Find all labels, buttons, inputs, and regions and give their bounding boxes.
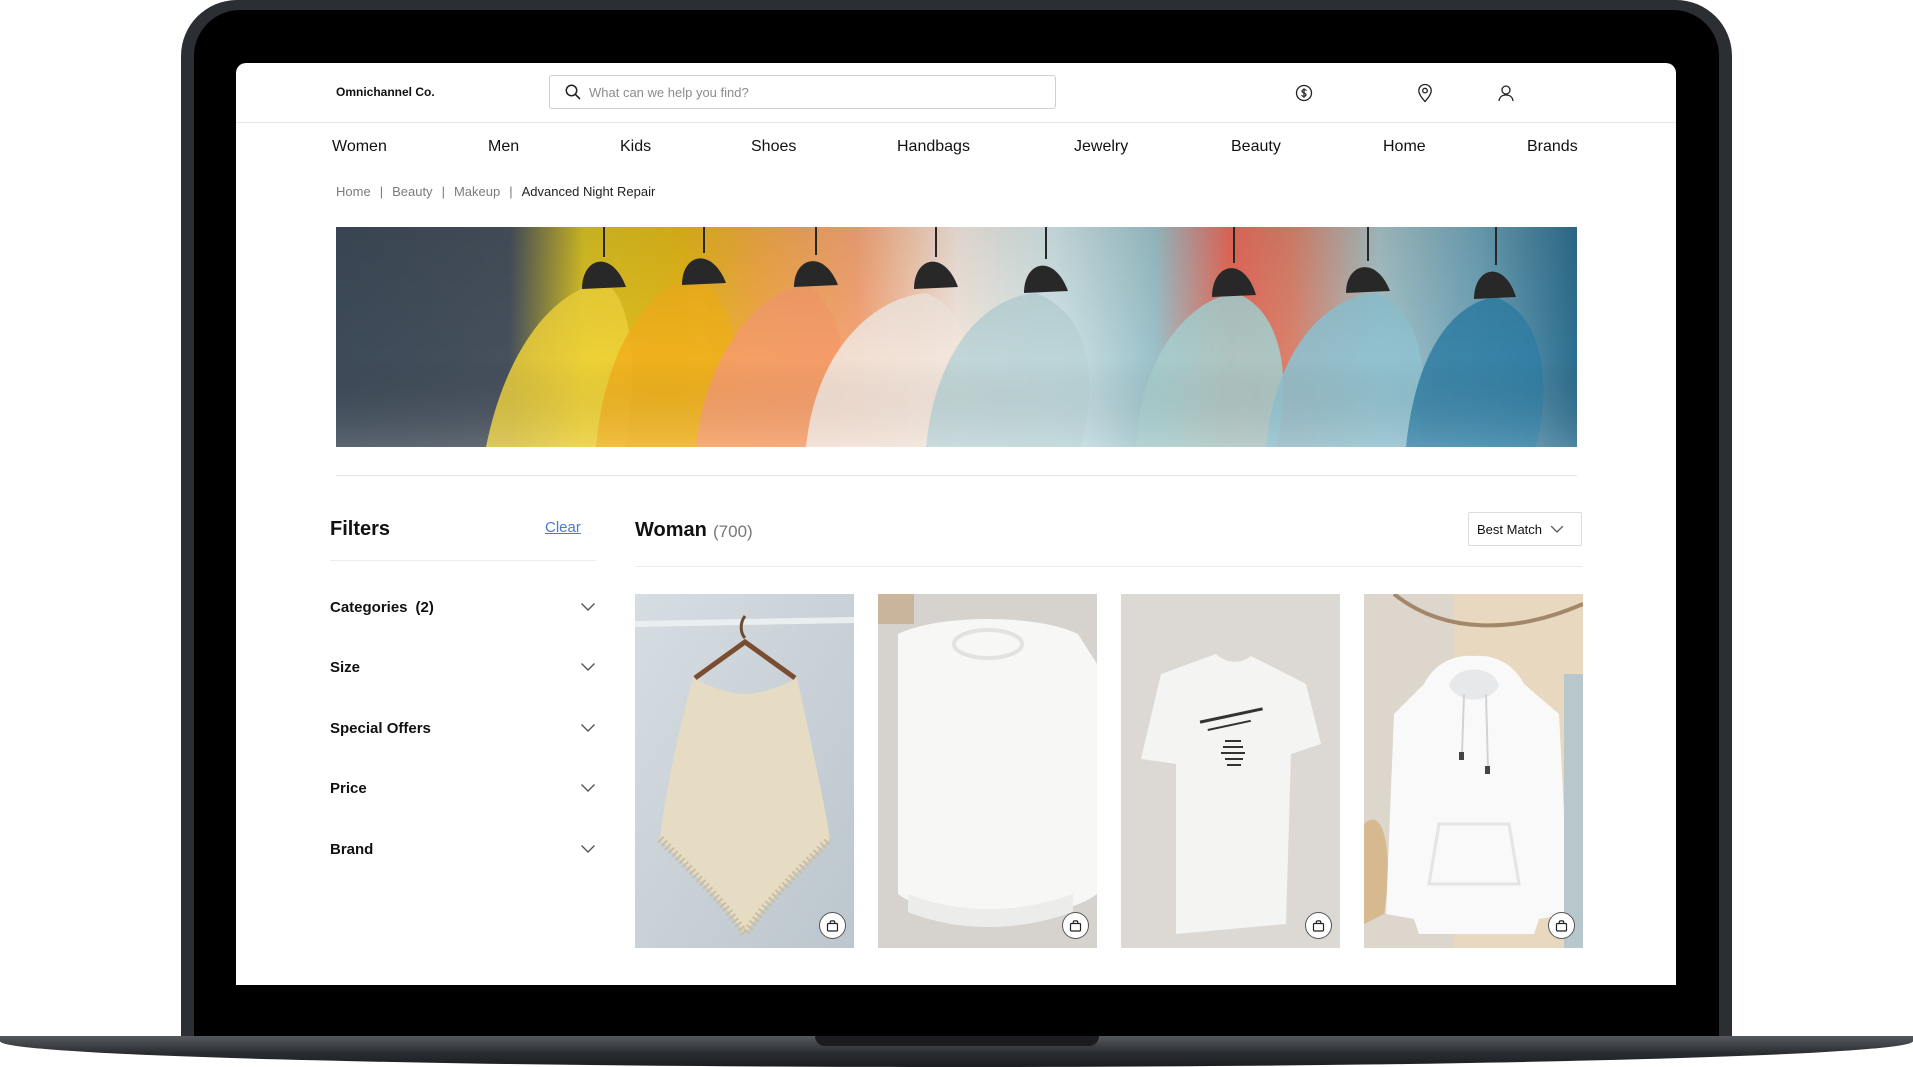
nav-item-shoes[interactable]: Shoes: [751, 138, 796, 156]
currency-button[interactable]: [1293, 82, 1315, 104]
filter-brand[interactable]: Brand: [330, 834, 596, 864]
product-image-knit-poncho: [635, 594, 854, 948]
nav-item-beauty[interactable]: Beauty: [1231, 138, 1281, 156]
breadcrumb-separator: |: [379, 184, 384, 199]
filters-title: Filters: [330, 518, 391, 540]
add-to-bag-icon: [826, 919, 839, 932]
breadcrumb: Home | Beauty | Makeup | Advanced Night Repair: [336, 184, 655, 199]
chevron-down-icon: [581, 603, 595, 611]
product-card[interactable]: [878, 594, 1097, 948]
breadcrumb-current: Advanced Night Repair: [521, 184, 656, 199]
filter-size[interactable]: Size: [330, 652, 596, 682]
product-image-white-sweatshirt: [878, 594, 1097, 948]
filter-label: Categories (2): [330, 599, 434, 616]
results-count: (700): [713, 522, 753, 541]
add-to-bag-icon: [1069, 919, 1082, 932]
add-to-bag-icon: [1312, 919, 1325, 932]
clear-filters-link[interactable]: Clear: [545, 519, 581, 536]
breadcrumb-beauty[interactable]: Beauty: [392, 184, 432, 199]
product-card[interactable]: [635, 594, 854, 948]
main-nav: Women Men Kids Shoes Handbags Jewelry Be…: [236, 138, 1676, 162]
sort-value: Best Match: [1477, 521, 1543, 537]
nav-item-handbags[interactable]: Handbags: [897, 138, 970, 156]
product-image-printed-tshirt: [1121, 594, 1340, 948]
filter-brand-label: Brand: [330, 840, 374, 858]
hero-banner: [336, 227, 1577, 447]
nav-item-jewelry[interactable]: Jewelry: [1074, 138, 1128, 156]
results-divider: [635, 566, 1582, 567]
filter-size-label: Size: [330, 658, 361, 676]
sort-dropdown[interactable]: Best Match: [1468, 512, 1582, 546]
nav-item-men[interactable]: Men: [488, 138, 519, 156]
store-logo[interactable]: Omnichannel Co.: [336, 85, 435, 99]
account-button[interactable]: [1495, 82, 1517, 104]
user-icon: [1498, 85, 1514, 102]
chevron-down-icon: [581, 845, 595, 853]
filter-price[interactable]: Price: [330, 773, 596, 803]
add-to-bag-icon: [1555, 919, 1568, 932]
filter-categories-count: (2): [415, 598, 434, 616]
chevron-down-icon: [581, 663, 595, 671]
filter-categories-label: Categories: [330, 598, 408, 616]
laptop-notch: [815, 1036, 1099, 1046]
filter-categories[interactable]: Categories (2): [330, 592, 596, 622]
top-header: Omnichannel Co.: [236, 63, 1676, 123]
results-title: Woman: [635, 519, 707, 541]
dollar-icon: [1295, 84, 1313, 102]
browser-screen: Omnichannel Co. What can we help you fin…: [236, 63, 1676, 985]
add-to-bag-button[interactable]: [1305, 912, 1332, 939]
breadcrumb-separator: |: [509, 184, 513, 199]
product-card[interactable]: [1121, 594, 1340, 948]
add-to-bag-button[interactable]: [1548, 912, 1575, 939]
breadcrumb-home[interactable]: Home: [336, 184, 371, 199]
chevron-down-icon: [581, 784, 595, 792]
section-divider: [336, 475, 1577, 476]
search-icon: [565, 84, 581, 100]
filter-special-offers-label: Special Offers: [330, 719, 431, 737]
hero-jackets-image: [336, 227, 1577, 447]
add-to-bag-button[interactable]: [819, 912, 846, 939]
breadcrumb-separator: |: [441, 184, 445, 199]
store-locator-button[interactable]: [1414, 82, 1436, 104]
chevron-down-icon: [581, 724, 595, 732]
product-image-white-hoodie: [1364, 594, 1583, 948]
nav-item-kids[interactable]: Kids: [620, 138, 651, 156]
product-card[interactable]: [1364, 594, 1583, 948]
nav-item-brands[interactable]: Brands: [1527, 138, 1578, 156]
add-to-bag-button[interactable]: [1062, 912, 1089, 939]
filter-special-offers[interactable]: Special Offers: [330, 713, 596, 743]
filters-divider: [330, 560, 596, 561]
search-box[interactable]: [549, 75, 1056, 109]
nav-item-women[interactable]: Women: [332, 138, 387, 156]
chevron-down-icon: [1550, 525, 1564, 533]
location-pin-icon: [1418, 83, 1432, 103]
nav-item-home[interactable]: Home: [1383, 138, 1426, 156]
search-input[interactable]: [589, 84, 1029, 100]
filter-price-label: Price: [330, 779, 367, 797]
breadcrumb-makeup[interactable]: Makeup: [454, 184, 500, 199]
